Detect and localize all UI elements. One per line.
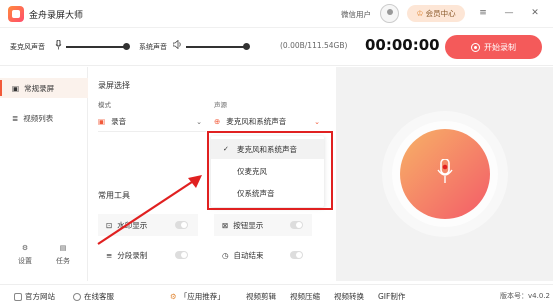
segment-record-toggle[interactable] xyxy=(175,251,188,259)
headset-icon xyxy=(73,292,81,301)
online-service-link[interactable]: 在线客服 xyxy=(73,291,114,302)
member-center-button[interactable]: ♔ 会员中心 xyxy=(407,5,465,22)
tool-label: 按钮显示 xyxy=(233,220,264,230)
microphone-icon[interactable] xyxy=(55,39,62,52)
app-title: 金舟录屏大师 xyxy=(29,11,84,21)
source-label: 声源 xyxy=(214,101,227,109)
chevron-down-icon: ⌄ xyxy=(196,117,202,126)
gear-icon: ⚙ xyxy=(21,244,29,252)
settings-button[interactable]: ⚙ 设置 xyxy=(18,244,32,266)
mode-icon: ▣ xyxy=(98,117,106,126)
title-bar: 金舟录屏大师 微信用户 ♔ 会员中心 ≡ — ✕ xyxy=(0,0,553,28)
sidebar-item-label: 常规录屏 xyxy=(24,83,55,93)
chevron-down-icon: ⌄ xyxy=(314,117,320,126)
button-display-icon: ⊠ xyxy=(222,220,229,230)
sidebar: ▣ 常规录屏 ≣ 视频列表 xyxy=(0,67,88,281)
record-icon xyxy=(471,42,480,52)
gif-maker-link[interactable]: GIF制作 xyxy=(378,291,405,302)
footer-link-label: 视频压缩 xyxy=(290,292,320,301)
audio-source-icon: ⊕ xyxy=(214,117,221,126)
mode-label: 模式 xyxy=(98,101,111,109)
system-volume-knob[interactable] xyxy=(243,43,250,50)
menu-icon[interactable]: ≡ xyxy=(475,5,491,21)
sidebar-item-label: 视频列表 xyxy=(23,113,54,123)
annotation-arrow-icon xyxy=(97,175,202,245)
sidebar-item-video-list[interactable]: ≣ 视频列表 xyxy=(0,108,88,128)
member-center-label: 会员中心 xyxy=(425,9,456,18)
video-edit-link[interactable]: 视频剪辑 xyxy=(246,291,276,302)
segment-icon: ≡ xyxy=(106,250,113,260)
recommend-label: 「应用推荐」 xyxy=(179,292,225,301)
mic-volume-knob[interactable] xyxy=(123,43,130,50)
close-icon[interactable]: ✕ xyxy=(527,5,543,21)
version-label: 版本号：v4.0.2 xyxy=(500,292,550,300)
minimize-icon[interactable]: — xyxy=(501,5,517,21)
auto-stop-toggle[interactable] xyxy=(290,251,303,259)
highlight-annotation-box xyxy=(207,131,333,210)
mode-value: 录音 xyxy=(111,117,127,126)
clipboard-icon: ▤ xyxy=(59,244,67,252)
avatar[interactable] xyxy=(380,4,399,23)
video-compress-link[interactable]: 视频压缩 xyxy=(290,291,320,302)
audio-visual-panel xyxy=(336,67,553,281)
start-recording-label: 开始录制 xyxy=(484,42,516,52)
sidebar-item-regular-recording[interactable]: ▣ 常规录屏 xyxy=(0,78,88,98)
microphone-icon xyxy=(437,158,453,187)
settings-gear-icon: ⚙ xyxy=(170,292,177,301)
tasks-label: 任务 xyxy=(56,257,70,265)
footer-link-label: 视频剪辑 xyxy=(246,292,276,301)
footer-link-label: 视频转换 xyxy=(334,292,364,301)
tasks-button[interactable]: ▤ 任务 xyxy=(56,244,70,266)
app-logo-icon xyxy=(8,6,24,22)
tool-label: 自动结束 xyxy=(233,250,264,260)
speaker-icon[interactable] xyxy=(172,39,183,51)
source-value: 麦克风和系统声音 xyxy=(226,117,287,126)
video-list-icon: ≣ xyxy=(12,113,19,123)
official-site-label: 官方网站 xyxy=(25,292,55,301)
recording-selection-title: 录屏选择 xyxy=(98,81,130,90)
crown-icon: ♔ xyxy=(416,9,424,18)
tool-button-display: ⊠ 按钮显示 xyxy=(222,214,263,236)
footer-link-label: GIF制作 xyxy=(378,292,406,301)
user-name[interactable]: 微信用户 xyxy=(341,9,371,20)
mic-volume-slider[interactable] xyxy=(66,46,126,48)
tool-auto-stop: ◷ 自动结束 xyxy=(222,244,264,266)
button-display-toggle[interactable] xyxy=(290,221,303,229)
system-volume-label: 系统声音 xyxy=(139,43,167,51)
clock-icon: ◷ xyxy=(222,250,229,260)
screen-record-icon: ▣ xyxy=(12,83,20,93)
official-site-link[interactable]: 官方网站 xyxy=(14,291,55,302)
recommend-link[interactable]: ⚙ 「应用推荐」 xyxy=(170,291,225,302)
app-window: 金舟录屏大师 微信用户 ♔ 会员中心 ≡ — ✕ 麦克风声音 系统声音 (0.0… xyxy=(0,0,553,308)
settings-label: 设置 xyxy=(18,257,32,265)
home-icon xyxy=(14,292,22,301)
online-service-label: 在线客服 xyxy=(84,292,114,301)
system-volume-slider[interactable] xyxy=(186,46,246,48)
mode-select[interactable]: ▣ 录音 ⌄ xyxy=(98,112,206,132)
tool-label: 分段录制 xyxy=(117,250,148,260)
source-select[interactable]: ⊕ 麦克风和系统声音 ⌄ xyxy=(214,112,324,132)
start-recording-button[interactable]: 开始录制 xyxy=(445,35,542,59)
video-convert-link[interactable]: 视频转换 xyxy=(334,291,364,302)
storage-info: (0.00B/111.54GB) xyxy=(280,41,348,50)
mic-volume-label: 麦克风声音 xyxy=(10,43,45,51)
recording-timer: 00:00:00 xyxy=(365,36,440,54)
